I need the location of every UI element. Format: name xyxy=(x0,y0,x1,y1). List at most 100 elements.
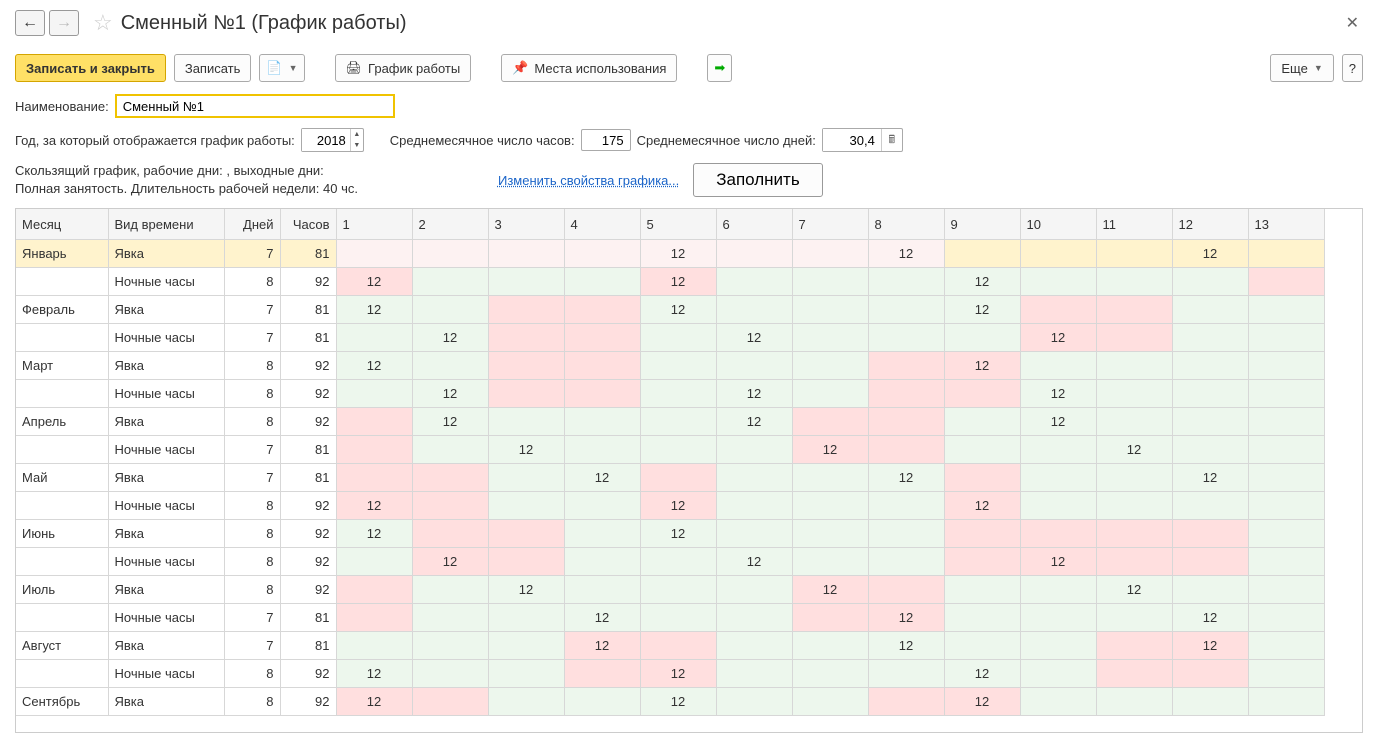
table-row[interactable]: МартЯвка8921212 xyxy=(16,351,1324,379)
day-cell[interactable] xyxy=(792,323,868,351)
day-cell[interactable] xyxy=(1020,603,1096,631)
day-cell[interactable]: 12 xyxy=(944,295,1020,323)
day-cell[interactable] xyxy=(792,491,868,519)
day-cell[interactable] xyxy=(1020,239,1096,267)
day-cell[interactable]: 12 xyxy=(640,267,716,295)
day-cell[interactable] xyxy=(716,491,792,519)
day-cell[interactable]: 12 xyxy=(412,379,488,407)
day-cell[interactable] xyxy=(412,239,488,267)
day-cell[interactable]: 12 xyxy=(944,687,1020,715)
day-cell[interactable] xyxy=(868,407,944,435)
day-cell[interactable] xyxy=(640,379,716,407)
day-cell[interactable]: 12 xyxy=(716,547,792,575)
day-cell[interactable] xyxy=(412,463,488,491)
day-cell[interactable]: 12 xyxy=(336,267,412,295)
day-cell[interactable] xyxy=(640,603,716,631)
day-cell[interactable] xyxy=(564,351,640,379)
day-cell[interactable] xyxy=(792,547,868,575)
day-cell[interactable] xyxy=(1096,239,1172,267)
table-row[interactable]: МайЯвка781121212 xyxy=(16,463,1324,491)
save-button[interactable]: Записать xyxy=(174,54,252,82)
day-cell[interactable] xyxy=(1020,631,1096,659)
day-cell[interactable] xyxy=(944,547,1020,575)
day-cell[interactable] xyxy=(336,603,412,631)
table-row[interactable]: ЯнварьЯвка781121212 xyxy=(16,239,1324,267)
day-cell[interactable] xyxy=(1172,575,1248,603)
day-cell[interactable] xyxy=(564,659,640,687)
day-cell[interactable]: 12 xyxy=(336,659,412,687)
day-cell[interactable] xyxy=(412,267,488,295)
day-cell[interactable] xyxy=(488,351,564,379)
day-cell[interactable] xyxy=(488,491,564,519)
day-cell[interactable] xyxy=(488,267,564,295)
day-cell[interactable]: 12 xyxy=(716,407,792,435)
day-cell[interactable]: 12 xyxy=(336,295,412,323)
year-down-icon[interactable]: ▼ xyxy=(351,140,363,151)
day-cell[interactable] xyxy=(1172,351,1248,379)
day-cell[interactable] xyxy=(868,659,944,687)
day-cell[interactable] xyxy=(488,603,564,631)
day-cell[interactable]: 12 xyxy=(792,435,868,463)
avg-days-input[interactable] xyxy=(823,129,881,151)
day-cell[interactable] xyxy=(1172,547,1248,575)
day-cell[interactable] xyxy=(716,295,792,323)
day-cell[interactable] xyxy=(488,659,564,687)
usage-places-button[interactable]: Места использования xyxy=(501,54,677,82)
table-row[interactable]: ИюньЯвка8921212 xyxy=(16,519,1324,547)
table-row[interactable]: Ночные часы781121212 xyxy=(16,603,1324,631)
day-cell[interactable] xyxy=(868,323,944,351)
day-cell[interactable] xyxy=(488,295,564,323)
day-cell[interactable]: 12 xyxy=(640,239,716,267)
back-button[interactable]: ← xyxy=(15,10,45,36)
day-cell[interactable] xyxy=(1096,659,1172,687)
day-cell[interactable]: 12 xyxy=(1096,575,1172,603)
day-cell[interactable] xyxy=(944,463,1020,491)
day-cell[interactable] xyxy=(716,463,792,491)
day-cell[interactable] xyxy=(1248,687,1324,715)
table-row[interactable]: Ночные часы892121212 xyxy=(16,659,1324,687)
day-cell[interactable] xyxy=(868,435,944,463)
day-cell[interactable] xyxy=(1248,519,1324,547)
day-cell[interactable] xyxy=(336,435,412,463)
day-cell[interactable] xyxy=(716,575,792,603)
day-cell[interactable] xyxy=(1096,407,1172,435)
day-cell[interactable]: 12 xyxy=(1172,463,1248,491)
day-cell[interactable] xyxy=(1248,379,1324,407)
day-cell[interactable]: 12 xyxy=(944,267,1020,295)
day-cell[interactable] xyxy=(716,603,792,631)
day-cell[interactable] xyxy=(792,687,868,715)
day-cell[interactable] xyxy=(1248,463,1324,491)
day-cell[interactable]: 12 xyxy=(640,295,716,323)
day-cell[interactable] xyxy=(412,435,488,463)
day-cell[interactable] xyxy=(1248,267,1324,295)
day-cell[interactable] xyxy=(412,351,488,379)
day-cell[interactable]: 12 xyxy=(792,575,868,603)
day-cell[interactable]: 12 xyxy=(564,603,640,631)
close-icon[interactable]: ✕ xyxy=(1342,13,1363,33)
day-cell[interactable] xyxy=(412,295,488,323)
day-cell[interactable] xyxy=(792,295,868,323)
day-cell[interactable]: 12 xyxy=(1020,407,1096,435)
avg-hours-input[interactable] xyxy=(581,129,631,151)
day-cell[interactable] xyxy=(564,491,640,519)
day-cell[interactable] xyxy=(716,351,792,379)
day-cell[interactable] xyxy=(1096,351,1172,379)
day-cell[interactable] xyxy=(1020,519,1096,547)
fill-button[interactable]: Заполнить xyxy=(693,163,822,197)
day-cell[interactable] xyxy=(1096,603,1172,631)
day-cell[interactable] xyxy=(1248,407,1324,435)
day-cell[interactable] xyxy=(1248,323,1324,351)
day-cell[interactable] xyxy=(868,491,944,519)
day-cell[interactable] xyxy=(488,379,564,407)
day-cell[interactable] xyxy=(640,575,716,603)
day-cell[interactable]: 12 xyxy=(716,323,792,351)
day-cell[interactable] xyxy=(1020,295,1096,323)
day-cell[interactable] xyxy=(1172,435,1248,463)
day-cell[interactable] xyxy=(1020,267,1096,295)
day-cell[interactable] xyxy=(716,659,792,687)
day-cell[interactable] xyxy=(488,407,564,435)
day-cell[interactable]: 12 xyxy=(336,491,412,519)
day-cell[interactable] xyxy=(1172,659,1248,687)
day-cell[interactable]: 12 xyxy=(412,547,488,575)
table-row[interactable]: Ночные часы892121212 xyxy=(16,547,1324,575)
